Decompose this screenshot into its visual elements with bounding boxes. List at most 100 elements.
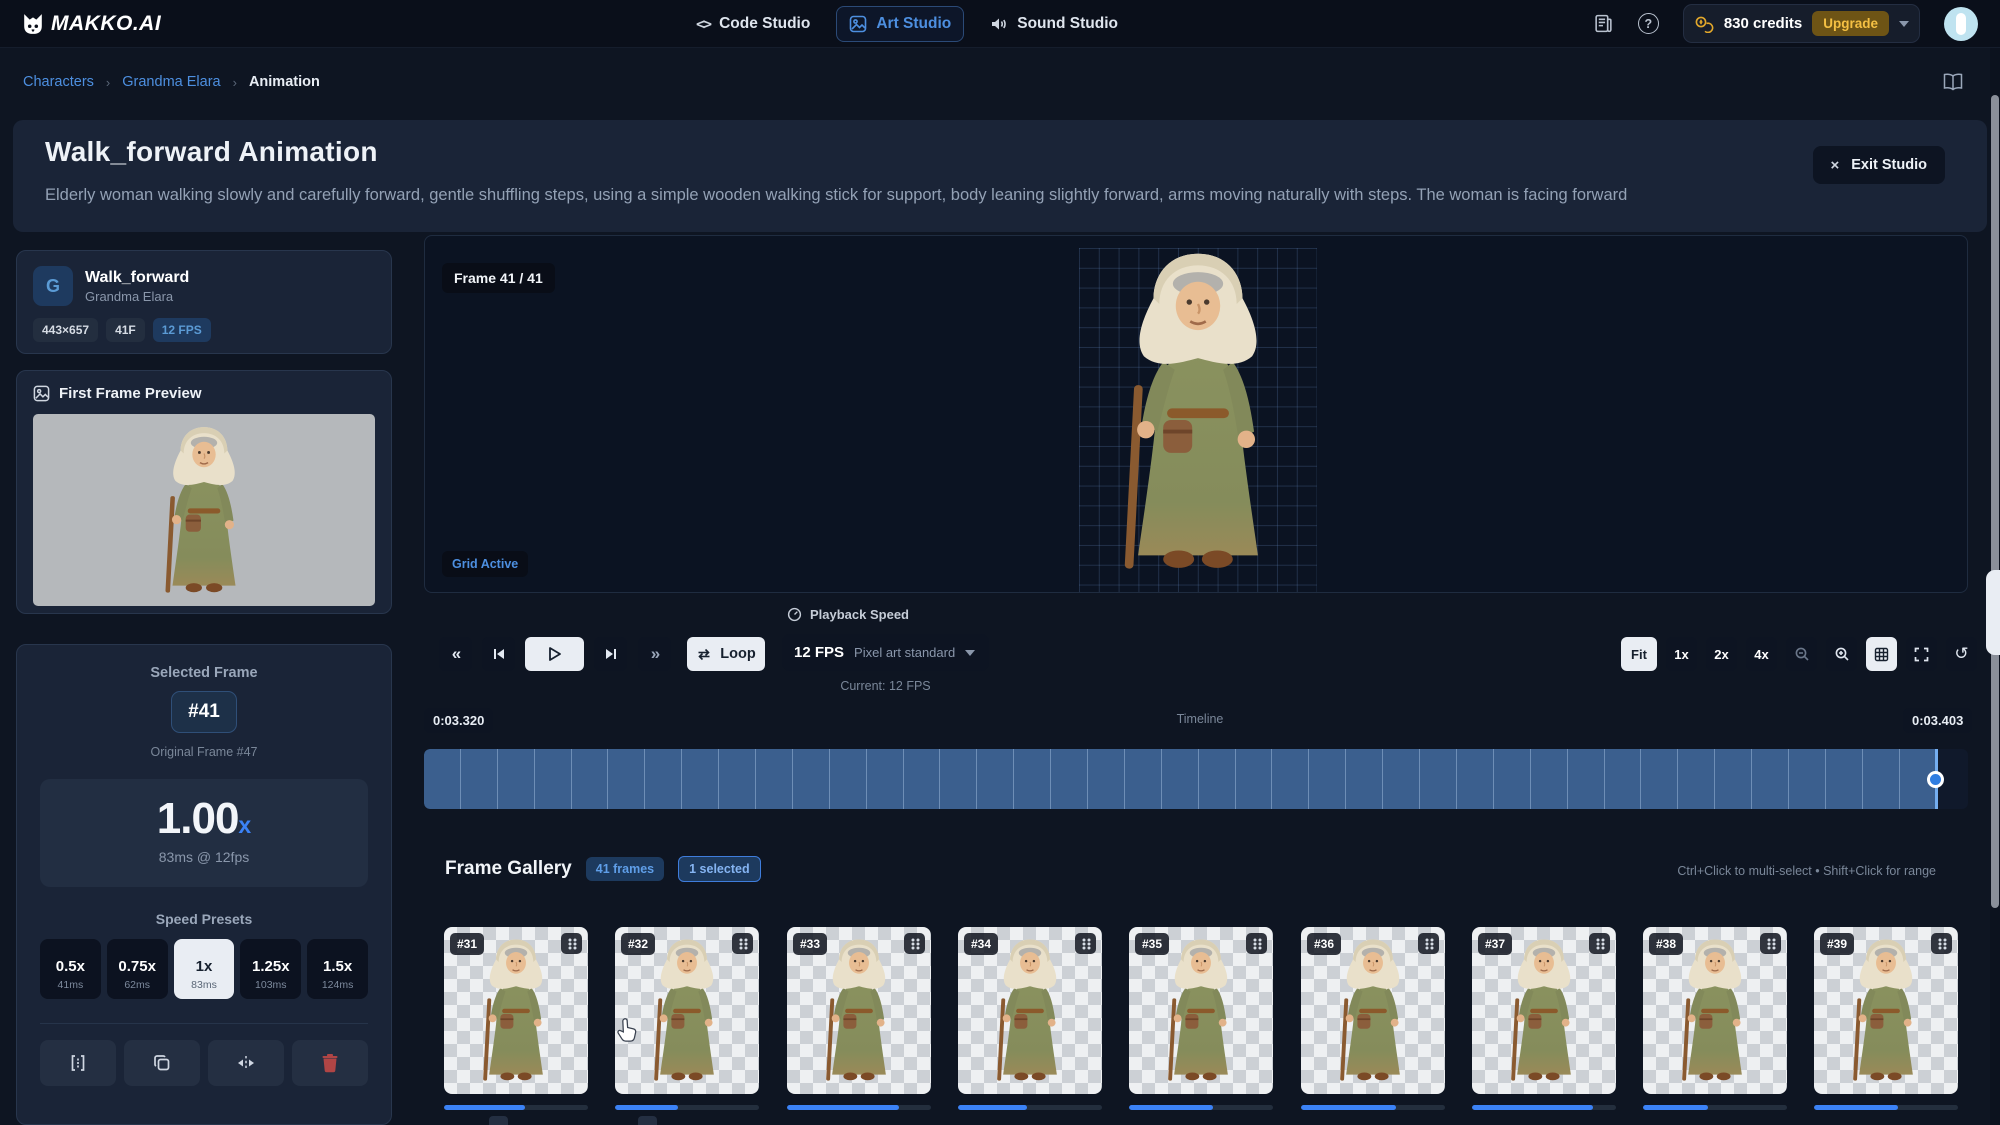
chevron-down-icon [965,650,975,656]
frame-card[interactable]: #33 [787,927,931,1094]
changelog-icon[interactable] [1593,13,1614,34]
gallery-title: Frame Gallery [445,858,572,880]
coins-icon [1694,15,1714,33]
frame-number-badge-partial [489,1116,508,1125]
character-sprite [1082,246,1314,593]
zoom-4x-button[interactable]: 4x [1746,637,1777,671]
speed-detail: 83ms @ 12fps [40,849,368,865]
zoom-controls: Fit 1x 2x 4x ↺ [1621,637,1977,671]
exit-studio-button[interactable]: × Exit Studio [1813,146,1946,184]
frame-card[interactable]: #32 [615,927,759,1094]
rewind-icon: « [452,644,459,664]
fast-forward-button[interactable]: » [638,637,671,671]
fps-value: 12 FPS [794,644,844,661]
frame-card[interactable]: #34 [958,927,1102,1094]
first-frame-label: First Frame Preview [59,385,202,402]
grid-active-badge: Grid Active [442,551,528,577]
frame-card[interactable]: #35 [1129,927,1273,1094]
animation-badges: 443×657 41F 12 FPS [33,318,375,342]
flip-horizontal-button[interactable] [208,1040,284,1086]
frame-card[interactable]: #37 [1472,927,1616,1094]
frame-duration-bar [1129,1105,1273,1110]
help-icon[interactable]: ? [1638,13,1659,34]
zoom-out-button[interactable] [1786,637,1817,671]
page-title: Walk_forward Animation [45,136,378,168]
speed-value: 1.00 [157,794,239,843]
duplicate-frame-button[interactable] [124,1040,200,1086]
fullscreen-button[interactable] [1906,637,1937,671]
next-frame-button[interactable] [594,637,627,671]
zoom-1x-button[interactable]: 1x [1666,637,1697,671]
loop-label: Loop [720,646,755,662]
speaker-icon [990,15,1008,33]
reset-icon: ↺ [1954,644,1968,664]
insert-frame-button[interactable] [40,1040,116,1086]
frame-duration-bar [444,1105,588,1110]
selected-frame-value: #41 [171,691,237,733]
reset-view-button[interactable]: ↺ [1946,637,1977,671]
topbar: MAKKO.AI <> Code Studio Art Studio Sound… [0,0,2000,48]
rewind-button[interactable]: « [439,637,472,671]
credits-count: 830 credits [1724,15,1802,32]
animation-avatar: G [33,266,73,306]
zoom-fit-button[interactable]: Fit [1621,637,1657,671]
avatar[interactable] [1944,7,1978,41]
nav-code-studio[interactable]: <> Code Studio [684,7,822,41]
side-panel-handle[interactable] [1986,570,2000,655]
breadcrumb-separator: › [233,75,237,90]
fps-dropdown[interactable]: 12 FPS Pixel art standard [782,634,989,671]
book-icon[interactable] [1942,72,1964,92]
toggle-grid-button[interactable] [1866,637,1897,671]
speed-preset-button[interactable]: 1.25x 103ms [240,939,301,999]
breadcrumb-characters[interactable]: Characters [23,74,94,90]
frame-duration-bar [1643,1105,1787,1110]
loop-button[interactable]: Loop [687,637,765,671]
character-sprite [1492,936,1596,1092]
nav-art-studio[interactable]: Art Studio [836,6,964,42]
frame-duration-bar [1472,1105,1616,1110]
play-icon [548,647,561,661]
chevron-down-icon[interactable] [1899,21,1909,27]
speed-preset-button[interactable]: 1.5x 124ms [307,939,368,999]
animation-name: Walk_forward [85,269,189,287]
skip-forward-icon [604,647,618,661]
frame-card[interactable]: #39 [1814,927,1958,1094]
credits-pill[interactable]: 830 credits Upgrade [1683,4,1920,43]
magnifier-plus-icon [1834,646,1850,662]
loop-icon [696,648,712,661]
breadcrumb-grandma-elara[interactable]: Grandma Elara [122,74,220,90]
breadcrumb-animation: Animation [249,74,320,90]
delete-frame-button[interactable] [292,1040,368,1086]
upgrade-button[interactable]: Upgrade [1812,11,1889,36]
play-button[interactable] [525,637,584,671]
insert-frame-icon [68,1053,88,1073]
speed-preset-button[interactable]: 0.5x 41ms [40,939,101,999]
zoom-in-button[interactable] [1826,637,1857,671]
skip-back-icon [492,647,506,661]
gallery-hint: Ctrl+Click to multi-select • Shift+Click… [1677,864,1936,878]
character-sprite [978,936,1082,1092]
original-frame-label: Original Frame #47 [17,745,391,759]
speed-preset-button[interactable]: 0.75x 62ms [107,939,168,999]
timeline-playhead[interactable] [1927,771,1944,788]
zoom-2x-button[interactable]: 2x [1706,637,1737,671]
app-logo: MAKKO.AI [22,12,161,36]
nav-sound-studio[interactable]: Sound Studio [978,7,1130,41]
gallery-header: Frame Gallery 41 frames 1 selected [445,856,761,882]
pixel-grid [1079,248,1317,593]
frame-card[interactable]: #31 [444,927,588,1094]
speed-preset-button[interactable]: 1x 83ms [174,939,235,999]
character-sprite [1149,936,1253,1092]
playback-speed-label: Playback Speed [787,607,909,622]
duplicate-icon [152,1053,172,1073]
character-sprite [635,936,739,1092]
nav-sound-label: Sound Studio [1017,15,1118,33]
prev-frame-button[interactable] [482,637,515,671]
speed-display: 1.00x 83ms @ 12fps [40,779,368,887]
app-root: MAKKO.AI <> Code Studio Art Studio Sound… [0,0,2000,1125]
timeline-track[interactable] [424,749,1968,809]
exit-studio-label: Exit Studio [1851,157,1927,173]
frame-card[interactable]: #36 [1301,927,1445,1094]
frame-card[interactable]: #38 [1643,927,1787,1094]
scrollbar-thumb[interactable] [1991,95,1999,908]
